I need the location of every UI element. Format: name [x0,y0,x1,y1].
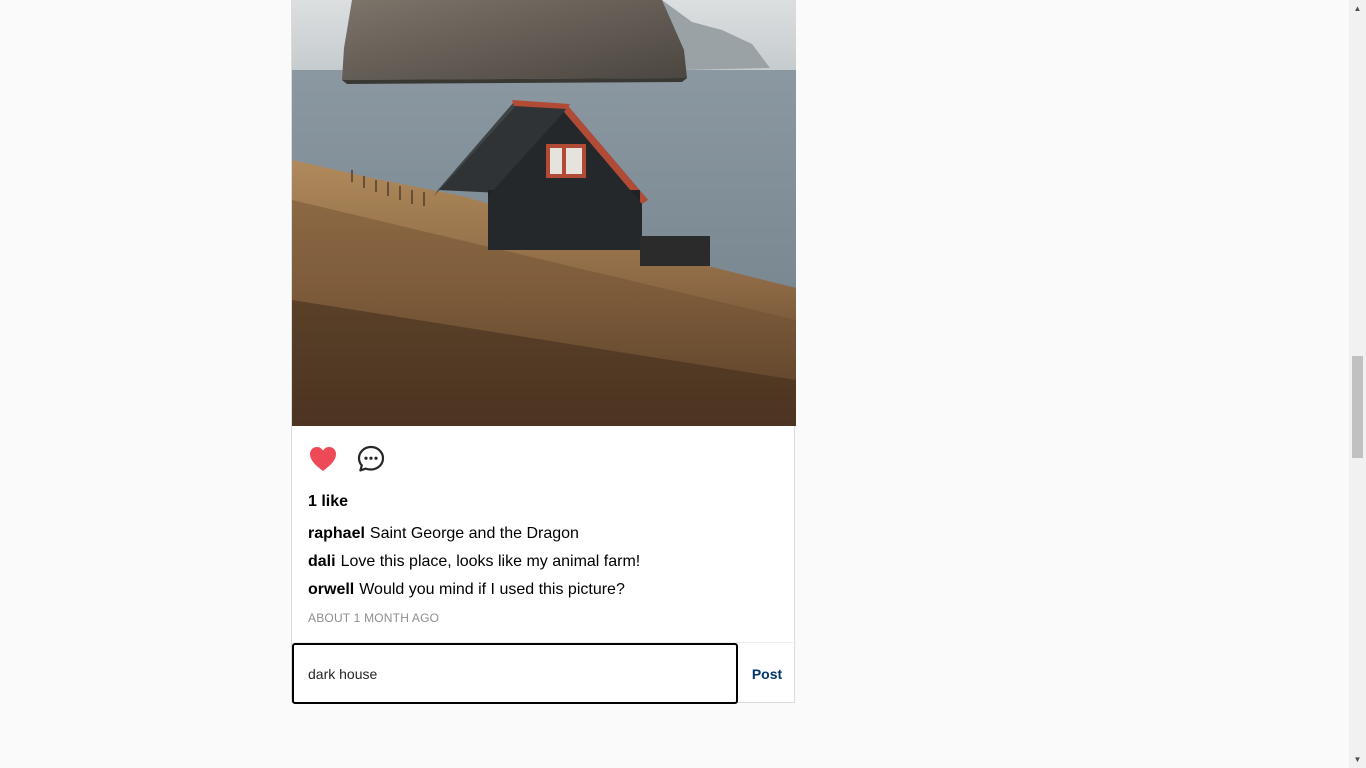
scrollbar-thumb[interactable] [1352,356,1363,458]
page: 1 like raphael Saint George and the Drago… [0,0,1366,768]
post-comment-button[interactable]: Post [738,643,796,704]
comment-username[interactable]: orwell [308,581,354,598]
vertical-scrollbar[interactable]: ▲ ▼ [1349,0,1366,768]
scroll-down-arrow-icon[interactable]: ▼ [1349,751,1366,768]
add-comment-form: Post [292,642,796,704]
comment-text: Saint George and the Dragon [369,525,579,542]
action-bar [308,444,386,474]
like-button[interactable] [308,444,338,474]
post-card: 1 like raphael Saint George and the Drago… [291,0,796,704]
comment-input[interactable] [292,643,738,704]
comment-username[interactable]: raphael [308,525,365,542]
post-photo[interactable] [292,0,796,426]
post-timestamp: ABOUT 1 MONTH AGO [308,611,440,625]
comment-username[interactable]: dali [308,553,336,570]
scroll-up-arrow-icon[interactable]: ▲ [1349,0,1366,17]
heart-icon [310,447,336,471]
likes-count[interactable]: 1 like [308,492,348,512]
comment-bubble-icon [357,445,385,472]
comment-text: Would you mind if I used this picture? [359,581,625,598]
comment-item: raphael Saint George and the Dragon [308,524,778,552]
comment-button[interactable] [356,444,386,474]
comment-text: Love this place, looks like my animal fa… [340,553,641,570]
comment-item: orwell Would you mind if I used this pict… [308,580,778,608]
comment-item: dali Love this place, looks like my anima… [308,552,778,580]
comments-list: raphael Saint George and the Dragon dali L… [308,524,778,608]
